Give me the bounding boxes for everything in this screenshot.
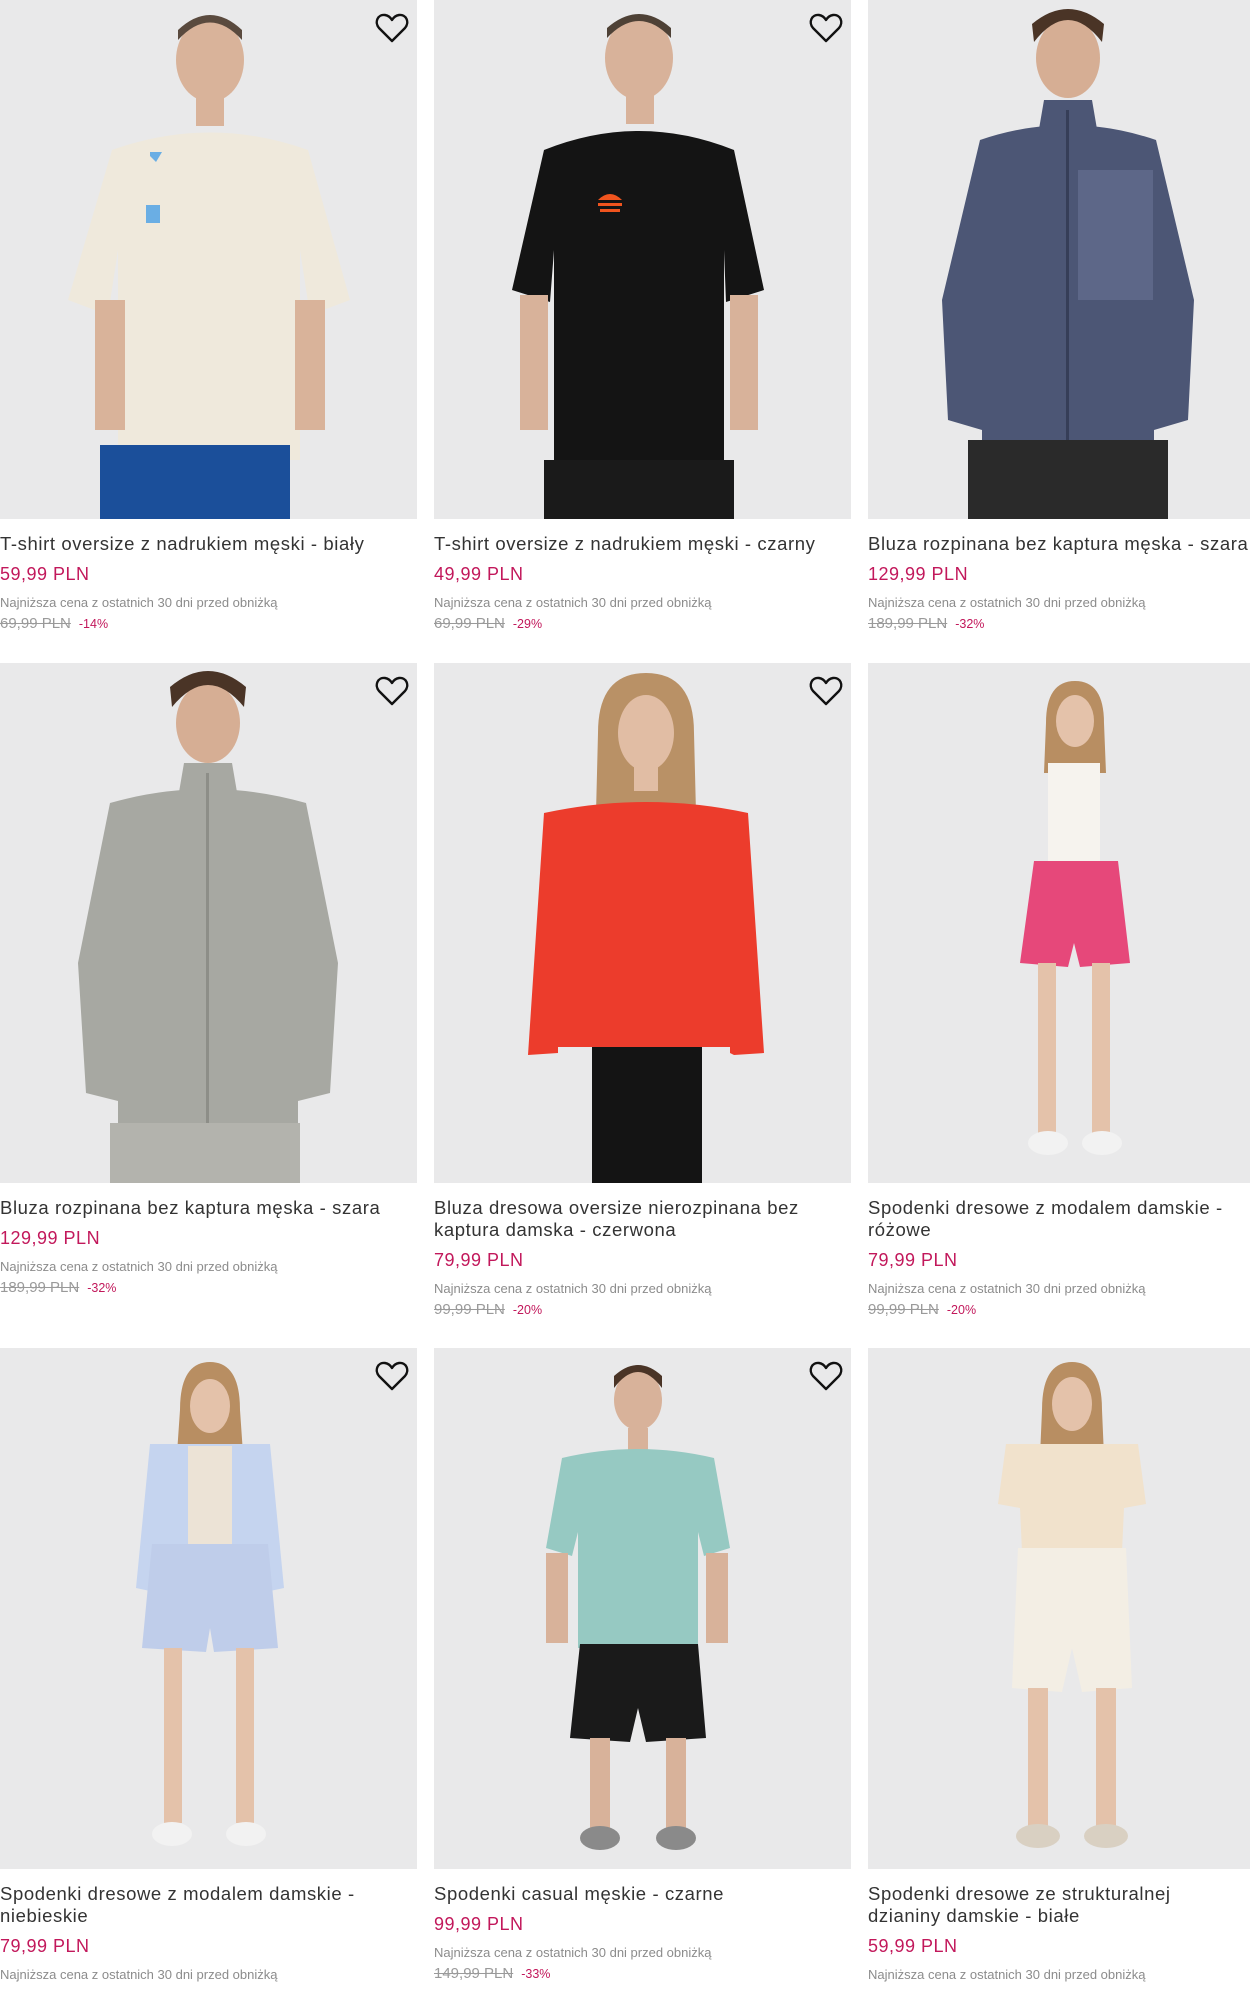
- product-price: 99,99 PLN: [434, 1914, 524, 1934]
- lowest-price-label: Najniższa cena z ostatnich 30 dni przed …: [434, 1945, 712, 1960]
- old-price: 149,99 PLN: [434, 1965, 514, 1982]
- old-price: 69,99 PLN: [0, 615, 71, 632]
- product-title[interactable]: Bluza dresowa oversize nierozpinana bez …: [434, 1197, 851, 1241]
- product-image[interactable]: [0, 663, 417, 1183]
- product-title[interactable]: T-shirt oversize z nadrukiem męski - cza…: [434, 533, 851, 555]
- previous-price-row: 69,99 PLN -14%: [0, 615, 417, 633]
- product-image[interactable]: [0, 0, 417, 519]
- lowest-price-label: Najniższa cena z ostatnich 30 dni przed …: [868, 595, 1146, 610]
- product-photo-man-mint-tshirt: [434, 1348, 851, 1869]
- product-card[interactable]: Spodenki dresowe z modalem damskie - nie…: [0, 1348, 417, 1983]
- product-photo-man-cream-tshirt: [0, 0, 417, 519]
- heart-icon[interactable]: [375, 12, 409, 44]
- discount-badge: -29%: [512, 617, 543, 631]
- heart-icon[interactable]: [809, 675, 843, 707]
- previous-price-row: 189,99 PLN -32%: [868, 615, 1250, 633]
- product-image[interactable]: [868, 663, 1250, 1183]
- discount-badge: -14%: [78, 617, 109, 631]
- old-price: 99,99 PLN: [868, 1301, 939, 1318]
- lowest-price-label: Najniższa cena z ostatnich 30 dni przed …: [0, 1967, 278, 1982]
- product-photo-woman-pink-shorts: [868, 663, 1250, 1183]
- product-card[interactable]: Bluza rozpinana bez kaptura męska - szar…: [0, 663, 417, 1297]
- discount-badge: -20%: [946, 1303, 977, 1317]
- lowest-price-label: Najniższa cena z ostatnich 30 dni przed …: [0, 595, 278, 610]
- product-price: 79,99 PLN: [434, 1250, 524, 1270]
- product-price: 129,99 PLN: [868, 564, 969, 584]
- product-card[interactable]: Bluza rozpinana bez kaptura męska - szar…: [868, 0, 1250, 633]
- old-price: 99,99 PLN: [434, 1301, 505, 1318]
- product-price: 59,99 PLN: [0, 564, 90, 584]
- product-price: 59,99 PLN: [868, 1936, 958, 1956]
- product-image[interactable]: [434, 663, 851, 1183]
- product-title[interactable]: Bluza rozpinana bez kaptura męska - szar…: [868, 533, 1250, 555]
- heart-icon[interactable]: [375, 675, 409, 707]
- product-image[interactable]: [0, 1348, 417, 1869]
- product-image[interactable]: [868, 0, 1250, 519]
- old-price: 69,99 PLN: [434, 615, 505, 632]
- discount-badge: -20%: [512, 1303, 543, 1317]
- product-photo-man-grey-zip-jacket: [0, 663, 417, 1183]
- product-card[interactable]: T-shirt oversize z nadrukiem męski - bia…: [0, 0, 417, 633]
- previous-price-row: 99,99 PLN -20%: [434, 1301, 851, 1319]
- product-price: 79,99 PLN: [868, 1250, 958, 1270]
- product-photo-woman-red-sweatshirt: [434, 663, 851, 1183]
- product-card[interactable]: Spodenki dresowe ze strukturalnej dziani…: [868, 1348, 1250, 1983]
- product-price: 79,99 PLN: [0, 1936, 90, 1956]
- old-price: 189,99 PLN: [0, 1279, 80, 1296]
- previous-price-row: 69,99 PLN -29%: [434, 615, 851, 633]
- heart-icon[interactable]: [375, 1360, 409, 1392]
- old-price: 189,99 PLN: [868, 615, 948, 632]
- product-title[interactable]: Spodenki dresowe z modalem damskie - nie…: [0, 1883, 417, 1927]
- product-photo-woman-light-blue-shorts: [0, 1348, 417, 1869]
- product-price: 49,99 PLN: [434, 564, 524, 584]
- product-image[interactable]: [434, 0, 851, 519]
- product-title[interactable]: T-shirt oversize z nadrukiem męski - bia…: [0, 533, 417, 555]
- product-card[interactable]: Spodenki casual męskie - czarne 99,99 PL…: [434, 1348, 851, 1983]
- lowest-price-label: Najniższa cena z ostatnich 30 dni przed …: [0, 1259, 278, 1274]
- product-card[interactable]: Bluza dresowa oversize nierozpinana bez …: [434, 663, 851, 1319]
- discount-badge: -32%: [955, 617, 985, 631]
- product-card[interactable]: T-shirt oversize z nadrukiem męski - cza…: [434, 0, 851, 633]
- previous-price-row: 149,99 PLN -33%: [434, 1965, 851, 1983]
- lowest-price-label: Najniższa cena z ostatnich 30 dni przed …: [434, 595, 712, 610]
- product-image[interactable]: [868, 1348, 1250, 1869]
- product-title[interactable]: Spodenki dresowe ze strukturalnej dziani…: [868, 1883, 1250, 1927]
- heart-icon[interactable]: [809, 1360, 843, 1392]
- product-photo-man-black-tshirt: [434, 0, 851, 519]
- product-title[interactable]: Spodenki casual męskie - czarne: [434, 1883, 851, 1905]
- product-photo-woman-cream-shorts: [868, 1348, 1250, 1869]
- heart-icon[interactable]: [809, 12, 843, 44]
- discount-badge: -32%: [87, 1281, 117, 1295]
- lowest-price-label: Najniższa cena z ostatnich 30 dni przed …: [868, 1281, 1146, 1296]
- lowest-price-label: Najniższa cena z ostatnich 30 dni przed …: [868, 1967, 1146, 1982]
- previous-price-row: 99,99 PLN -20%: [868, 1301, 1250, 1319]
- product-photo-man-navy-zip-jacket: [868, 0, 1250, 519]
- product-card[interactable]: Spodenki dresowe z modalem damskie - róż…: [868, 663, 1250, 1319]
- product-title[interactable]: Spodenki dresowe z modalem damskie - róż…: [868, 1197, 1250, 1241]
- product-grid: T-shirt oversize z nadrukiem męski - bia…: [0, 0, 1250, 1992]
- product-image[interactable]: [434, 1348, 851, 1869]
- previous-price-row: 189,99 PLN -32%: [0, 1279, 417, 1297]
- product-price: 129,99 PLN: [0, 1228, 101, 1248]
- lowest-price-label: Najniższa cena z ostatnich 30 dni przed …: [434, 1281, 712, 1296]
- product-title[interactable]: Bluza rozpinana bez kaptura męska - szar…: [0, 1197, 417, 1219]
- discount-badge: -33%: [521, 1967, 551, 1981]
